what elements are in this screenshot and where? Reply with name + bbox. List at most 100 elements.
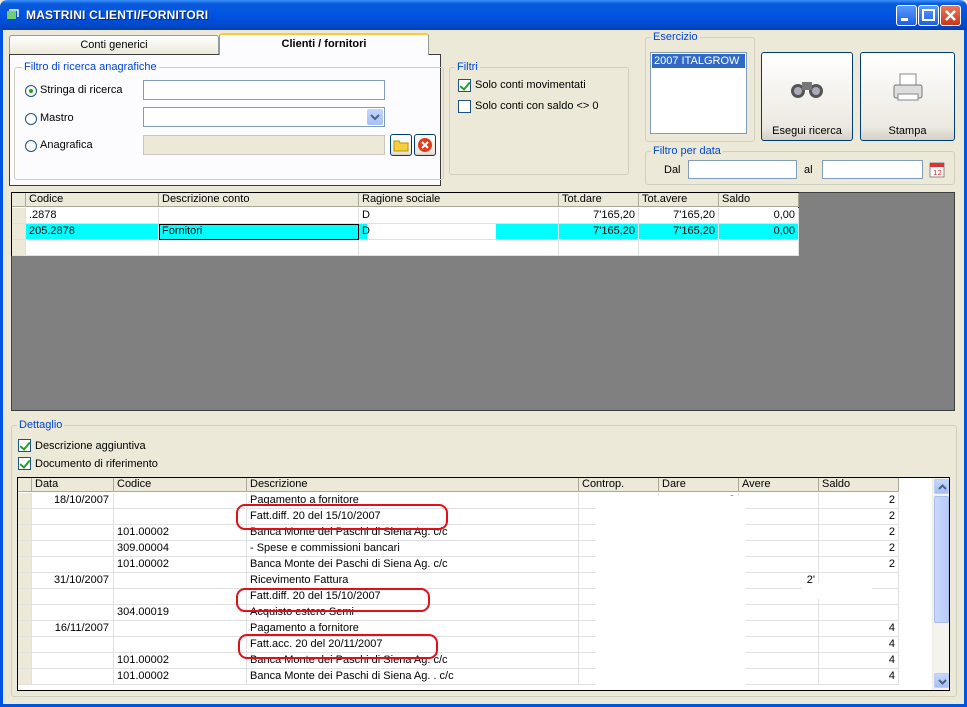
solo-saldo-checkbox[interactable] [458,100,471,113]
mastro-select[interactable] [143,107,385,127]
table-cell[interactable] [739,509,819,525]
table-cell[interactable] [32,509,114,525]
table-cell[interactable] [159,208,359,224]
table-cell[interactable]: 2 [819,493,899,509]
table-cell[interactable] [114,509,247,525]
esercizio-item[interactable]: 2007 ITALGROW [652,54,745,68]
anagrafica-input[interactable] [143,135,385,155]
col-tot-avere[interactable]: Tot.avere [639,193,719,207]
row-selector[interactable] [18,509,32,525]
table-cell[interactable]: Banca Monte dei Paschi di Siena Ag. . c/… [247,669,579,685]
col-codice[interactable]: Codice [114,478,247,492]
accounts-table[interactable]: Codice Descrizione conto Ragione sociale… [11,192,799,256]
vertical-scrollbar[interactable] [932,478,949,690]
table-cell[interactable] [32,557,114,573]
dal-input[interactable] [688,160,797,179]
table-cell[interactable]: 0,00 [719,224,799,240]
table-cell[interactable] [32,605,114,621]
table-cell[interactable]: 7'165,20 [559,224,639,240]
table-cell[interactable]: 2 [819,509,899,525]
esercizio-listbox[interactable]: 2007 ITALGROW [650,52,747,134]
close-button[interactable] [940,5,961,26]
table-cell[interactable] [819,605,899,621]
table-cell[interactable] [639,240,719,256]
table-cell[interactable]: 16/11/2007 [32,621,114,637]
radio-mastro[interactable] [25,113,37,125]
table-cell[interactable]: 101.00002 [114,669,247,685]
table-cell[interactable]: 4 [819,621,899,637]
row-selector[interactable] [18,669,32,685]
table-cell[interactable] [739,605,819,621]
scroll-thumb[interactable] [934,496,949,623]
table-cell[interactable]: 7'165,20 [559,208,639,224]
mastro-dropdown-button[interactable] [367,109,383,125]
table-cell[interactable]: .2878 [26,208,159,224]
row-selector[interactable] [18,605,32,621]
col-descrizione[interactable]: Descrizione [247,478,579,492]
table-cell[interactable]: 31/10/2007 [32,573,114,589]
table-cell[interactable]: 2 [819,541,899,557]
table-cell[interactable] [114,493,247,509]
radio-anagrafica[interactable] [25,140,37,152]
table-cell[interactable]: 304.00019 [114,605,247,621]
row-selector[interactable] [12,208,26,224]
col-ragione-sociale[interactable]: Ragione sociale [359,193,559,207]
row-selector[interactable] [18,493,32,509]
al-input[interactable] [822,160,923,179]
table-cell[interactable] [32,525,114,541]
table-cell[interactable]: 4 [819,669,899,685]
tab-clienti-fornitori[interactable]: Clienti / fornitori [219,33,429,55]
table-cell[interactable] [739,637,819,653]
table-cell[interactable] [739,621,819,637]
maximize-button[interactable] [918,5,939,26]
row-selector[interactable] [18,653,32,669]
table-cell[interactable] [739,557,819,573]
table-cell[interactable] [739,653,819,669]
table-cell[interactable]: Fornitori [159,224,359,240]
table-cell[interactable]: 0,00 [719,208,799,224]
table-cell[interactable]: - Spese e commissioni bancari [247,541,579,557]
row-selector[interactable] [12,224,26,240]
table-cell[interactable] [559,240,639,256]
documento-riferimento-checkbox[interactable] [18,457,31,470]
stringa-input[interactable] [143,80,385,100]
table-cell[interactable]: D [359,224,559,240]
scroll-up-button[interactable] [934,479,949,494]
col-tot-dare[interactable]: Tot.dare [559,193,639,207]
col-saldo[interactable]: Saldo [719,193,799,207]
table-cell[interactable] [719,240,799,256]
row-selector[interactable] [18,621,32,637]
table-cell[interactable]: 18/10/2007 [32,493,114,509]
row-selector[interactable] [18,557,32,573]
table-cell[interactable] [114,573,247,589]
col-descrizione-conto[interactable]: Descrizione conto [159,193,359,207]
table-cell[interactable]: 4 [819,637,899,653]
table-cell[interactable]: 205.2878 [26,224,159,240]
stampa-button[interactable]: Stampa [860,52,955,141]
table-cell[interactable] [739,669,819,685]
open-folder-button[interactable] [390,134,412,156]
col-avere[interactable]: Avere [739,478,819,492]
tab-conti-generici[interactable]: Conti generici [9,35,219,55]
row-selector[interactable] [18,573,32,589]
col-saldo[interactable]: Saldo [819,478,899,492]
table-cell[interactable] [32,653,114,669]
table-cell[interactable] [359,240,559,256]
table-cell[interactable] [114,589,247,605]
solo-movimentati-checkbox[interactable] [458,79,471,92]
clear-button[interactable] [414,134,436,156]
row-selector[interactable] [12,240,26,256]
table-cell[interactable]: 2 [819,525,899,541]
table-cell[interactable]: 101.00002 [114,557,247,573]
table-cell[interactable]: 7'165,20 [639,224,719,240]
table-cell[interactable]: 7'165,20 [639,208,719,224]
table-cell[interactable]: 4 [819,653,899,669]
table-cell[interactable] [159,240,359,256]
table-cell[interactable] [26,240,159,256]
table-cell[interactable]: D [359,208,559,224]
scroll-down-button[interactable] [934,673,949,688]
table-cell[interactable] [32,637,114,653]
table-cell[interactable]: 101.00002 [114,525,247,541]
esegui-ricerca-button[interactable]: Esegui ricerca [761,52,853,141]
table-cell[interactable]: 309.00004 [114,541,247,557]
